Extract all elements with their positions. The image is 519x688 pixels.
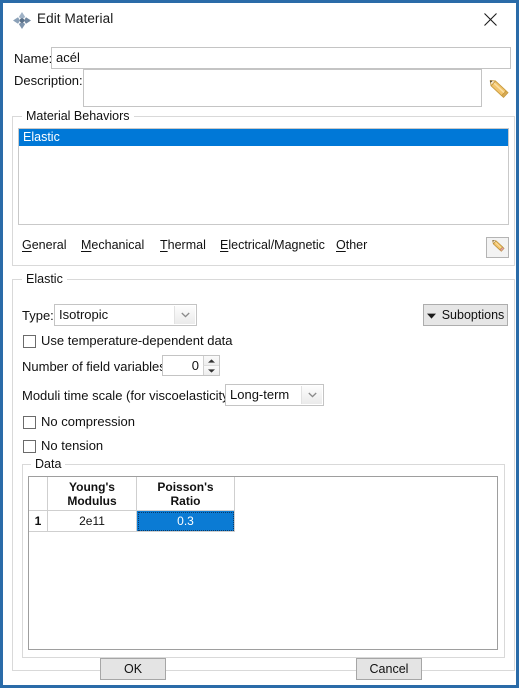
close-button[interactable] <box>470 4 510 34</box>
table-header-row: Young's Modulus Poisson's Ratio <box>29 477 235 511</box>
no-compression-label: No compression <box>41 414 135 429</box>
menu-item-electrical-magnetic[interactable]: Electrical/Magnetic <box>220 238 325 252</box>
menu-item-thermal[interactable]: Thermal <box>160 238 206 252</box>
cell-youngs-modulus[interactable]: 2e11 <box>47 510 137 532</box>
data-grid: Young's Modulus Poisson's Ratio 1 2e11 0… <box>29 477 235 532</box>
moduli-time-scale-label: Moduli time scale (for viscoelasticity): <box>22 388 237 403</box>
suboptions-label: Suboptions <box>441 308 505 322</box>
menu-item-mechanical[interactable]: Mechanical <box>81 238 144 252</box>
list-item[interactable]: Elastic <box>19 129 508 146</box>
field-variables-value: 0 <box>191 358 199 373</box>
stepper-buttons <box>203 356 219 375</box>
suboptions-button[interactable]: Suboptions <box>423 304 508 326</box>
col0-line1: Young's <box>69 479 115 494</box>
description-input[interactable] <box>83 69 482 107</box>
dialog-content: Name: acél Description: Material Behavio… <box>4 36 515 684</box>
field-variables-label: Number of field variables: <box>22 359 170 374</box>
edit-behavior-button[interactable] <box>486 237 509 258</box>
no-tension-checkbox[interactable] <box>23 440 36 453</box>
field-variables-stepper[interactable]: 0 <box>162 355 220 376</box>
ok-button[interactable]: OK <box>100 658 166 680</box>
stepper-up-button[interactable] <box>203 356 219 366</box>
elastic-group-title: Elastic <box>22 272 67 286</box>
col1-line1: Poisson's <box>157 479 214 494</box>
description-label: Description: <box>14 73 83 88</box>
name-input[interactable]: acél <box>51 47 511 69</box>
data-group-title: Data <box>31 457 66 471</box>
name-label: Name: <box>14 51 53 66</box>
col1-line2: Ratio <box>170 493 201 508</box>
row-index: 1 <box>29 510 48 532</box>
no-tension-label: No tension <box>41 438 104 453</box>
menu-item-other[interactable]: Other <box>336 238 367 252</box>
column-header-poissons-ratio[interactable]: Poisson's Ratio <box>136 477 235 511</box>
elastic-type-value: Isotropic <box>59 307 109 322</box>
chevron-down-icon <box>174 306 195 324</box>
triangle-down-icon <box>426 308 436 322</box>
use-temperature-dependent-label: Use temperature-dependent data <box>41 333 233 348</box>
column-header-youngs-modulus[interactable]: Young's Modulus <box>47 477 137 511</box>
stepper-down-button[interactable] <box>203 366 219 375</box>
elastic-type-select[interactable]: Isotropic <box>54 304 197 326</box>
col0-line2: Modulus <box>67 493 117 508</box>
material-behaviors-group-title: Material Behaviors <box>22 109 134 123</box>
abaqus-diamond-icon <box>13 12 31 29</box>
cancel-button[interactable]: Cancel <box>356 658 422 680</box>
moduli-time-scale-value: Long-term <box>230 387 290 402</box>
data-table[interactable]: Young's Modulus Poisson's Ratio 1 2e11 0… <box>28 476 498 650</box>
behaviors-menubar: General Mechanical Thermal Electrical/Ma… <box>18 234 480 258</box>
use-temperature-dependent-checkbox[interactable] <box>23 335 36 348</box>
dialog-inner: Edit Material Name: acél Description: Ma… <box>3 3 516 685</box>
edit-description-pencil-icon[interactable] <box>486 77 512 106</box>
type-label: Type: <box>22 308 54 323</box>
edit-material-dialog: Edit Material Name: acél Description: Ma… <box>0 0 519 688</box>
no-compression-checkbox[interactable] <box>23 416 36 429</box>
chevron-down-icon <box>301 386 322 404</box>
title-bar: Edit Material <box>4 4 515 36</box>
dialog-title: Edit Material <box>37 11 114 26</box>
cell-poissons-ratio[interactable]: 0.3 <box>136 510 235 532</box>
table-row: 1 2e11 0.3 <box>29 510 235 532</box>
close-icon <box>483 12 497 26</box>
moduli-time-scale-select[interactable]: Long-term <box>225 384 324 406</box>
menu-item-general[interactable]: General <box>22 238 66 252</box>
corner-header <box>29 477 48 511</box>
material-behaviors-list[interactable]: Elastic <box>18 128 509 225</box>
pencil-icon <box>490 238 506 258</box>
